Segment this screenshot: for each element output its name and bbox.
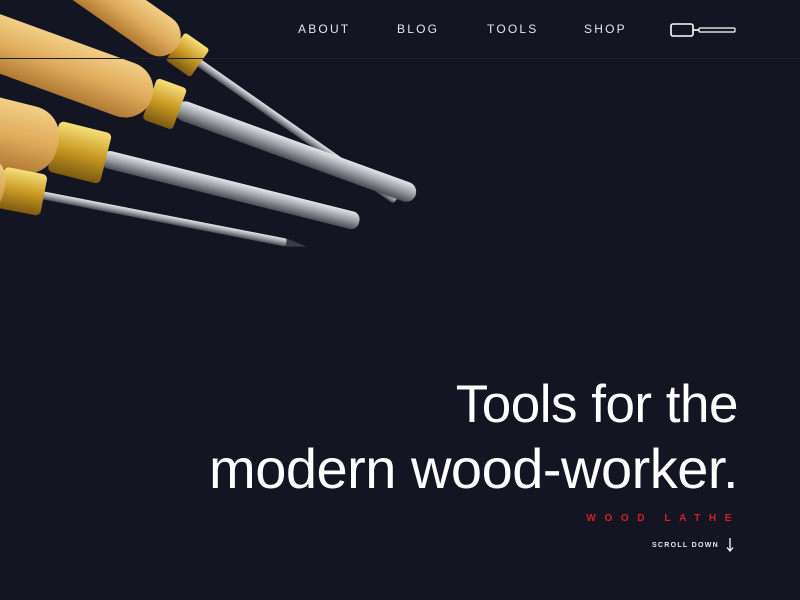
nav-link-shop[interactable]: SHOP (584, 22, 627, 36)
chisel-logo-icon[interactable] (670, 23, 736, 37)
nav-link-tools[interactable]: TOOLS (487, 22, 538, 36)
hero-subtitle: WOOD LATHE (586, 513, 740, 524)
hero-headline-line2: modern wood-worker. (209, 437, 738, 500)
scroll-down-label: SCROLL DOWN (651, 541, 719, 549)
top-navigation: ABOUT BLOG TOOLS SHOP (0, 0, 800, 59)
nav-link-blog[interactable]: BLOG (397, 22, 439, 36)
arrow-down-icon (726, 538, 734, 552)
hero-headline: Tools for the modern wood-worker. (209, 374, 738, 502)
hero-headline-line1: Tools for the (455, 375, 739, 434)
scroll-down-link[interactable]: SCROLL DOWN (652, 538, 734, 552)
nav-link-about[interactable]: ABOUT (298, 22, 350, 36)
